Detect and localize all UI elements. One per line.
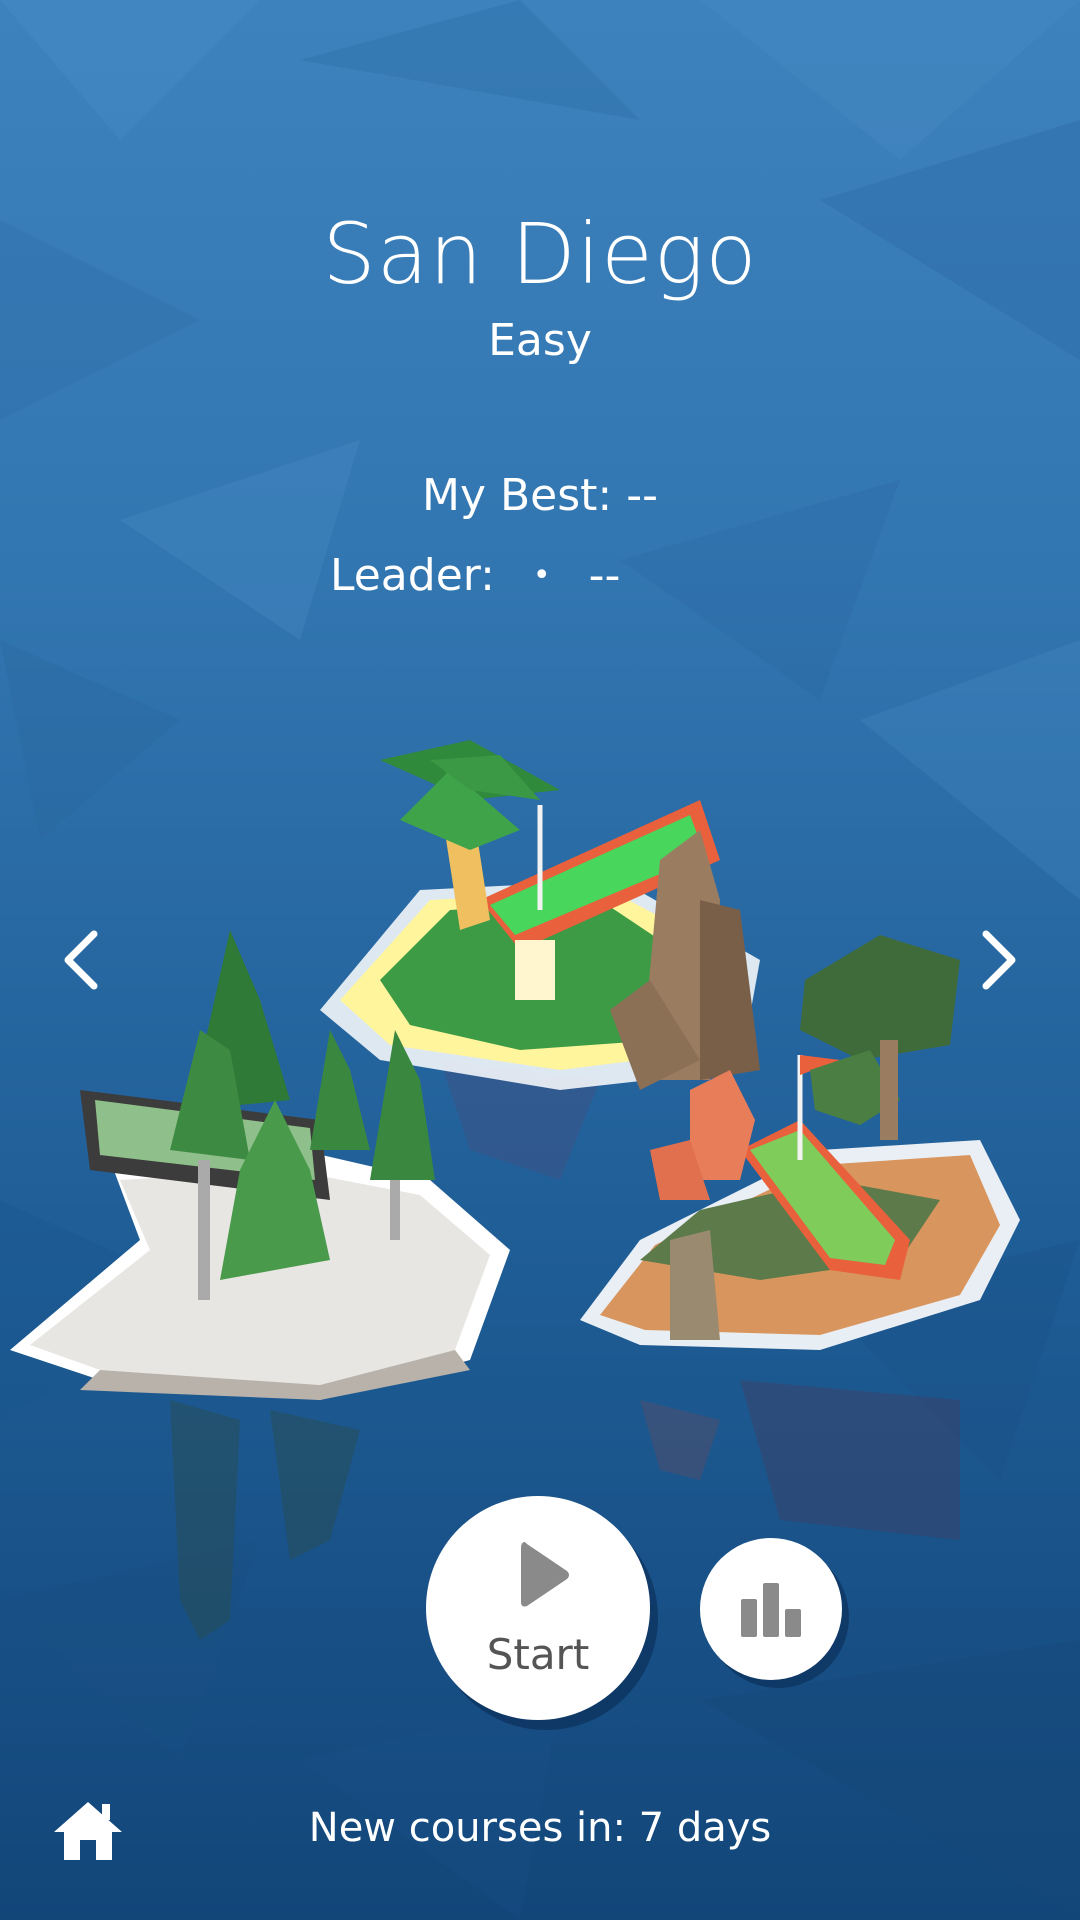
start-label: Start <box>486 1630 590 1679</box>
my-best-value: -- <box>626 470 658 521</box>
my-best-row: My Best: -- <box>0 470 1080 521</box>
my-best-label: My Best: <box>421 470 613 521</box>
play-icon <box>521 1542 569 1607</box>
leaderboard-button[interactable] <box>700 1538 842 1680</box>
course-difficulty: Easy <box>488 315 592 366</box>
leader-separator: • <box>532 558 551 593</box>
leader-label: Leader: <box>330 550 495 601</box>
course-title: San Diego <box>322 205 758 303</box>
start-button[interactable]: Start <box>426 1496 650 1720</box>
bar-chart-icon <box>741 1583 801 1637</box>
new-courses-countdown: New courses in: 7 days <box>308 1805 772 1851</box>
leader-value: -- <box>588 550 621 601</box>
leader-row: Leader: • -- <box>330 550 620 601</box>
